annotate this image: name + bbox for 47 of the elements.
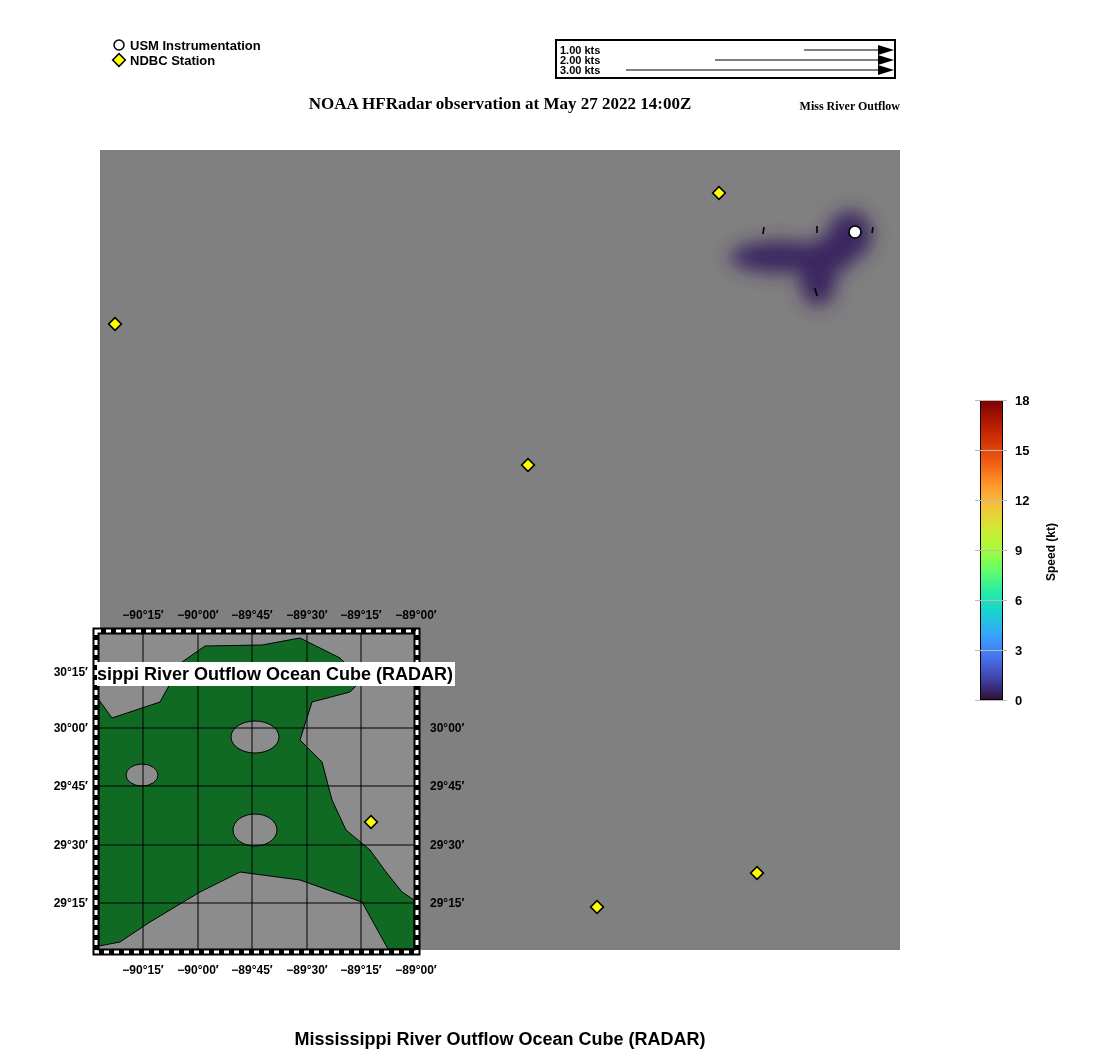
scale-tick-label: 12 [1015,493,1030,507]
axis-label: Speed (kt) [1044,523,1058,581]
instrument-marker [848,225,862,239]
station-marker [711,185,727,201]
latitude-label: 30°00′ [430,722,465,734]
scale-tick-label: 0 [1015,693,1023,707]
station-marker [589,899,605,915]
latitude-label: 29°15′ [53,897,88,909]
chart-subtitle: Miss River Outflow [799,98,900,114]
legend-label: USM Instrumentation [130,38,261,52]
longitude-label: −90°15′ [122,609,164,621]
longitude-label: −89°00′ [395,964,437,976]
longitude-label: −90°15′ [122,964,164,976]
latitude-label: 30°00′ [53,722,88,734]
latitude-label: 29°30′ [53,839,88,851]
longitude-label: −90°00′ [177,964,219,976]
station-marker [749,865,765,881]
latitude-label: 29°45′ [53,780,88,792]
vector-scale-label: 2.00 kts [560,55,601,65]
longitude-label: −89°15′ [340,964,382,976]
circle-icon [113,39,125,51]
scale-tick-label: 3 [1015,643,1023,657]
longitude-label: −89°30′ [286,609,328,621]
longitude-label: −89°00′ [395,609,437,621]
longitude-label: −89°45′ [231,964,273,976]
latitude-label: 30°15′ [53,666,88,678]
longitude-label: −89°45′ [231,609,273,621]
station-marker [363,814,379,830]
legend-label: NDBC Station [130,53,216,67]
latitude-label: 29°30′ [430,839,465,851]
vector-scale-label: 1.00 kts [560,45,601,55]
longitude-label: −89°30′ [286,964,328,976]
scale-tick-label: 18 [1015,393,1030,407]
scale-tick-label: 15 [1015,443,1030,457]
longitude-label: −89°15′ [340,609,382,621]
scale-tick-label: 9 [1015,543,1023,557]
longitude-label: −90°00′ [177,609,219,621]
station-marker [520,457,536,473]
station-marker [107,316,123,332]
diamond-icon [111,52,127,68]
latitude-label: 29°45′ [430,780,465,792]
chart-title: NOAA HFRadar observation at May 27 2022 14:00Z [308,94,692,114]
vector-scale-label: 3.00 kts [560,65,601,75]
map-title: sippi River Outflow Ocean Cube (RADAR) [97,662,456,686]
figure-caption: Mississippi River Outflow Ocean Cube (RADAR) [294,1030,706,1048]
latitude-label: 29°15′ [430,897,465,909]
scale-tick-label: 6 [1015,593,1023,607]
